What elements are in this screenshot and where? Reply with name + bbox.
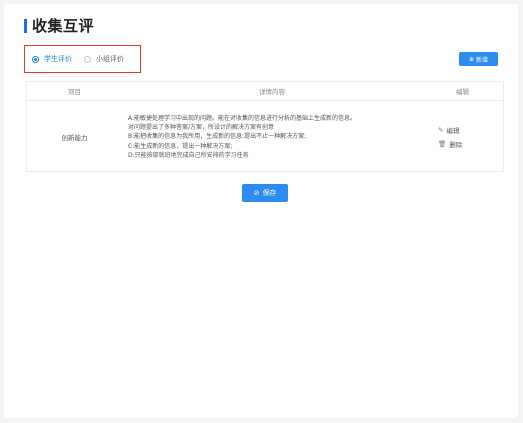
delete-label: 删除 [449,141,463,149]
evaluation-type-radio-group: 学生评价 小组评价 [24,45,141,73]
edit-button[interactable]: ✎ 编辑 [438,125,459,135]
page-header: 收集互评 [24,15,94,36]
check-circle-icon: ⊘ [253,189,260,197]
add-button-label: 新增 [476,56,489,64]
radio-student-evaluation[interactable]: 学生评价 [32,54,72,64]
criteria-table: 项目 详情内容 编辑 创新能力 A:能敏捷处理学习中出现的问题。能在对收集的信息… [26,81,504,172]
save-button-label: 保存 [262,189,277,197]
edit-icon: ✎ [438,126,444,134]
delete-button[interactable]: 🗑 删除 [438,139,462,149]
radio-group-evaluation[interactable]: 小组评价 [84,54,124,64]
header-edit: 编辑 [456,88,469,96]
radio-group-label: 小组评价 [96,55,124,63]
main-panel: 收集互评 学生评价 小组评价 ⊕ 新增 项目 详情内容 编辑 创新能力 A:能敏… [4,4,518,418]
title-accent-bar [24,18,27,33]
table-row: 创新能力 A:能敏捷处理学习中出现的问题。能在对收集的信息进行分析的基础上生成新… [27,101,503,173]
detail-line: A:能敏捷处理学习中出现的问题。能在对收集的信息进行分析的基础上生成新的信息。 [128,114,357,122]
radio-student-label: 学生评价 [44,55,72,63]
plus-circle-icon: ⊕ [468,55,474,63]
row-item-name: 创新能力 [61,134,88,142]
row-detail: A:能敏捷处理学习中出现的问题。能在对收集的信息进行分析的基础上生成新的信息。 … [122,114,422,160]
header-detail: 详情内容 [259,88,285,96]
save-button[interactable]: ⊘ 保存 [242,184,288,202]
radio-unselected-icon [84,55,91,63]
edit-label: 编辑 [446,127,460,135]
detail-line: B:能把收集的信息为我所用，生成新的信息;提出不止一种解决方案; [128,133,307,141]
header-item: 项目 [68,88,81,96]
add-button[interactable]: ⊕ 新增 [459,52,498,66]
row-actions: ✎ 编辑 🗑 删除 [422,123,503,151]
detail-line: D:只能按部就班地完成自己所安排的学习任务 [128,151,249,159]
detail-line: C:能生成新的信息，提出一种解决方案; [128,142,233,150]
table-header: 项目 详情内容 编辑 [27,82,503,101]
radio-selected-icon [32,55,39,63]
trash-icon: 🗑 [438,140,447,148]
page-title: 收集互评 [32,17,95,35]
detail-line: 对问题提出了多种答案/方案，所设计的解决方案有创意 [128,124,275,132]
